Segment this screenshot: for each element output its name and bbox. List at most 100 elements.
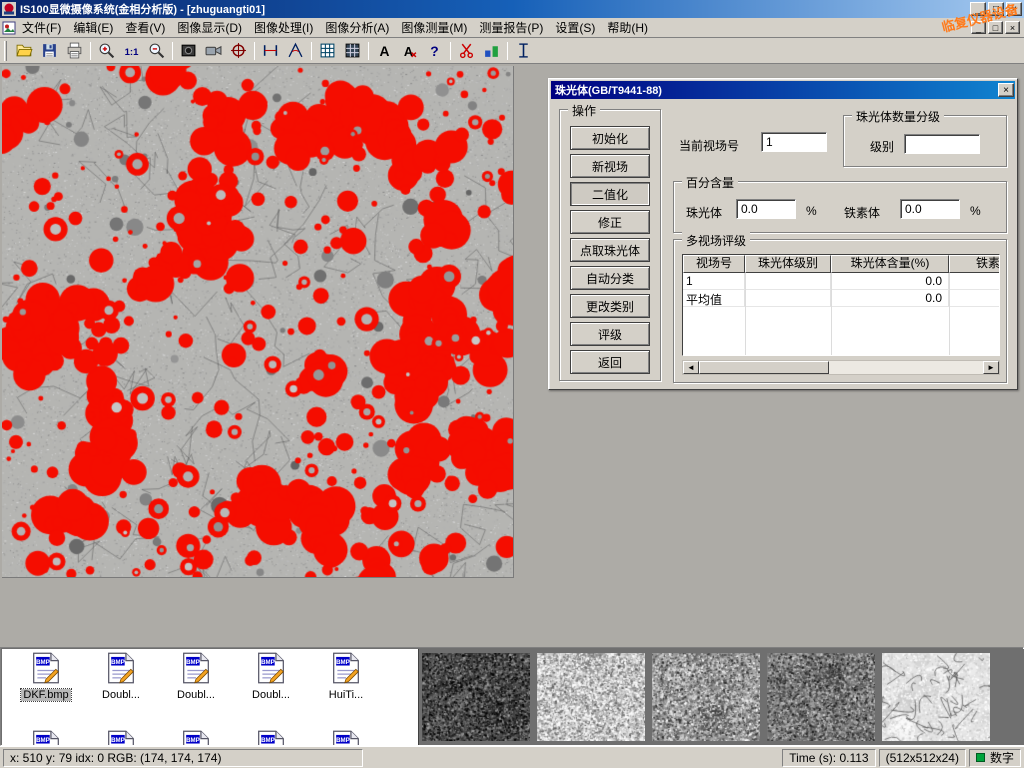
svg-text:BMP: BMP bbox=[261, 737, 275, 744]
micrograph-thumbnail-3[interactable] bbox=[652, 653, 760, 741]
file-item-DKF.bmp[interactable]: BMPDKF.bmp bbox=[10, 652, 82, 701]
file-name: HuiTi... bbox=[327, 689, 365, 701]
file-item-clipped[interactable]: BMP bbox=[160, 730, 232, 745]
tool-measure-angle-button[interactable] bbox=[283, 40, 308, 62]
tool-zoom-out-button[interactable] bbox=[144, 40, 169, 62]
op-button-new-field[interactable]: 新视场 bbox=[570, 154, 650, 178]
file-item-clipped[interactable]: BMP bbox=[10, 730, 82, 745]
file-item-Doubl...[interactable]: BMP Doubl... bbox=[160, 652, 232, 701]
tool-font-button[interactable]: A bbox=[397, 40, 422, 62]
zoom-out-icon bbox=[148, 42, 165, 59]
scroll-track[interactable] bbox=[699, 361, 983, 374]
micrograph-image[interactable] bbox=[2, 66, 514, 578]
scroll-left-icon[interactable]: ◄ bbox=[683, 361, 699, 374]
time-status: Time (s): 0.113 bbox=[782, 749, 875, 767]
op-button-init[interactable]: 初始化 bbox=[570, 126, 650, 150]
svg-text:?: ? bbox=[430, 43, 438, 59]
svg-text:BMP: BMP bbox=[186, 737, 200, 744]
table-column-divider bbox=[949, 273, 950, 355]
file-item-Doubl...[interactable]: BMPDoubl... bbox=[85, 652, 157, 701]
menu-item-6[interactable]: 图像分析(A) bbox=[319, 19, 395, 37]
table-row-2[interactable]: 平均值0.0 bbox=[683, 290, 999, 307]
menu-item-8[interactable]: 测量报告(P) bbox=[473, 19, 549, 37]
op-button-auto-classify[interactable]: 自动分类 bbox=[570, 266, 650, 290]
file-name: Doubl... bbox=[175, 689, 217, 701]
svg-text:BMP: BMP bbox=[336, 659, 350, 666]
svg-text:BMP: BMP bbox=[336, 737, 350, 744]
mdi-close-button[interactable]: × bbox=[1005, 21, 1020, 34]
tool-save-button[interactable] bbox=[37, 40, 62, 62]
current-field-input[interactable] bbox=[761, 132, 827, 152]
menu-item-9[interactable]: 设置(S) bbox=[549, 19, 601, 37]
menu-item-5[interactable]: 图像处理(I) bbox=[248, 19, 319, 37]
ferrite-percent-input[interactable] bbox=[900, 199, 960, 219]
mode-status: 数字 bbox=[969, 749, 1021, 767]
file-item-clipped[interactable]: BMP bbox=[235, 730, 307, 745]
tool-print-button[interactable] bbox=[62, 40, 87, 62]
tool-camera-button[interactable] bbox=[201, 40, 226, 62]
tool-capture-button[interactable] bbox=[176, 40, 201, 62]
menu-item-1[interactable]: 文件(F) bbox=[16, 19, 67, 37]
op-button-rate[interactable]: 评级 bbox=[570, 322, 650, 346]
file-name: Doubl... bbox=[250, 689, 292, 701]
tool-target-button[interactable] bbox=[226, 40, 251, 62]
op-button-pick-pearlite[interactable]: 点取珠光体 bbox=[570, 238, 650, 262]
mdi-child-icon[interactable] bbox=[2, 21, 16, 35]
mode-label: 数字 bbox=[990, 749, 1014, 766]
tool-grid-button[interactable] bbox=[315, 40, 340, 62]
micrograph-thumbnail-4[interactable] bbox=[767, 653, 875, 741]
toolbar-grip[interactable] bbox=[4, 41, 7, 61]
font-icon: A bbox=[401, 42, 418, 59]
dialog-close-button[interactable]: × bbox=[998, 83, 1014, 97]
tool-cut-button[interactable] bbox=[454, 40, 479, 62]
tool-open-button[interactable] bbox=[12, 40, 37, 62]
scroll-right-icon[interactable]: ► bbox=[983, 361, 999, 374]
text-icon: A bbox=[376, 42, 393, 59]
file-item-clipped[interactable]: BMP bbox=[85, 730, 157, 745]
toolbar-separator bbox=[507, 42, 508, 60]
menu-bar: 文件(F)编辑(E)查看(V)图像显示(D)图像处理(I)图像分析(A)图像测量… bbox=[0, 18, 1024, 38]
table-column-divider bbox=[831, 273, 832, 355]
dialog-title-bar[interactable]: 珠光体(GB/T9441-88) × bbox=[551, 81, 1015, 99]
micrograph-thumbnail-2[interactable] bbox=[537, 653, 645, 741]
tool-grid-dark-button[interactable] bbox=[340, 40, 365, 62]
op-button-return[interactable]: 返回 bbox=[570, 350, 650, 374]
menu-item-7[interactable]: 图像测量(M) bbox=[395, 19, 473, 37]
bmp-file-icon: BMP bbox=[107, 673, 135, 687]
table-hscrollbar[interactable]: ◄ ► bbox=[682, 360, 1000, 375]
op-button-binarize[interactable]: 二值化 bbox=[570, 182, 650, 206]
op-button-change-class[interactable]: 更改类别 bbox=[570, 294, 650, 318]
menu-item-4[interactable]: 图像显示(D) bbox=[171, 19, 248, 37]
toolbar-separator bbox=[311, 42, 312, 60]
table-row-1[interactable]: 10.0 bbox=[683, 273, 999, 290]
tool-gauge-button[interactable] bbox=[511, 40, 536, 62]
tool-measure-h-button[interactable] bbox=[258, 40, 283, 62]
table-header-row: 视场号珠光体级别珠光体含量(%)铁素 bbox=[683, 255, 999, 273]
micrograph-thumbnail-5[interactable] bbox=[882, 653, 990, 741]
menu-item-2[interactable]: 编辑(E) bbox=[67, 19, 119, 37]
tool-help-button[interactable]: ? bbox=[422, 40, 447, 62]
file-item-Doubl...[interactable]: BMP Doubl... bbox=[235, 652, 307, 701]
op-button-correct[interactable]: 修正 bbox=[570, 210, 650, 234]
menu-item-10[interactable]: 帮助(H) bbox=[601, 19, 654, 37]
toolbar-separator bbox=[450, 42, 451, 60]
menu-item-3[interactable]: 查看(V) bbox=[119, 19, 171, 37]
svg-text:BMP: BMP bbox=[36, 737, 50, 744]
tool-text-button[interactable]: A bbox=[372, 40, 397, 62]
bmp-file-icon: BMP bbox=[182, 673, 210, 687]
scroll-thumb[interactable] bbox=[699, 361, 829, 374]
pearlite-percent-input[interactable] bbox=[736, 199, 796, 219]
menu-items: 文件(F)编辑(E)查看(V)图像显示(D)图像处理(I)图像分析(A)图像测量… bbox=[16, 19, 654, 36]
table-cell: 0.0 bbox=[831, 290, 949, 307]
tool-actual-size-button[interactable]: 1:1 bbox=[119, 40, 144, 62]
tool-zoom-in-button[interactable] bbox=[94, 40, 119, 62]
micrograph-thumbnail-1[interactable] bbox=[422, 653, 530, 741]
file-item-clipped[interactable]: BMP bbox=[310, 730, 382, 745]
tool-marker-button[interactable] bbox=[479, 40, 504, 62]
multi-field-table[interactable]: 视场号珠光体级别珠光体含量(%)铁素 10.0平均值0.0 bbox=[682, 254, 1000, 356]
table-col-3: 珠光体含量(%) bbox=[831, 255, 949, 273]
svg-text:BMP: BMP bbox=[261, 659, 275, 666]
table-cell: 1 bbox=[683, 273, 745, 290]
file-item-HuiTi...[interactable]: BMP HuiTi... bbox=[310, 652, 382, 701]
grade-input[interactable] bbox=[904, 134, 980, 154]
